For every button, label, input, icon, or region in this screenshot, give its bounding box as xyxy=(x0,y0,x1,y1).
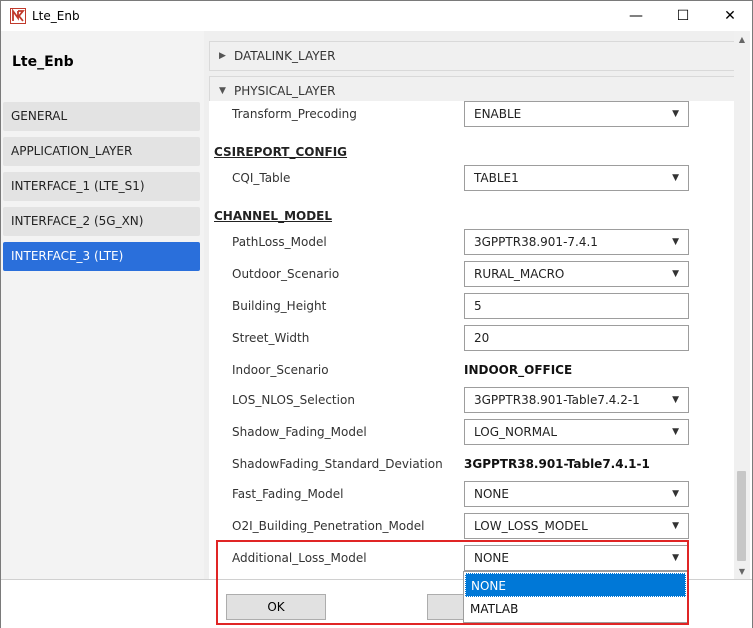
building-height-input[interactable]: 5 xyxy=(464,293,689,319)
cqi-table-select[interactable]: TABLE1 ▼ xyxy=(464,165,689,191)
sidebar-item-application-layer[interactable]: APPLICATION_LAYER xyxy=(3,137,200,166)
dropdown-option-none[interactable]: NONE xyxy=(465,573,686,597)
indoor-scenario-label: Indoor_Scenario xyxy=(232,363,329,377)
building-height-label: Building_Height xyxy=(232,299,327,313)
select-value: NONE xyxy=(474,551,509,565)
pathloss-model-select[interactable]: 3GPPTR38.901-7.4.1 ▼ xyxy=(464,229,689,255)
indoor-scenario-value: INDOOR_OFFICE xyxy=(464,363,573,377)
chevron-down-icon: ▼ xyxy=(672,553,679,563)
o2i-penetration-model-select[interactable]: LOW_LOSS_MODEL ▼ xyxy=(464,513,689,539)
street-width-input[interactable]: 20 xyxy=(464,325,689,351)
select-value: 3GPPTR38.901-Table7.4.2-1 xyxy=(474,393,640,407)
select-value: RURAL_MACRO xyxy=(474,267,565,281)
shadow-fading-std-dev-label: ShadowFading_Standard_Deviation xyxy=(232,457,443,471)
section-datalink-layer[interactable]: ▶ DATALINK_LAYER xyxy=(209,41,734,71)
scrollbar-thumb[interactable] xyxy=(737,471,746,561)
los-nlos-selection-label: LOS_NLOS_Selection xyxy=(232,393,355,407)
chevron-down-icon: ▼ xyxy=(672,489,679,499)
dropdown-option-matlab[interactable]: MATLAB xyxy=(465,597,686,621)
cqi-table-label: CQI_Table xyxy=(232,171,291,185)
outdoor-scenario-select[interactable]: RURAL_MACRO ▼ xyxy=(464,261,689,287)
scroll-up-icon[interactable]: ▲ xyxy=(734,31,750,47)
maximize-button[interactable]: ☐ xyxy=(660,1,706,31)
chevron-down-icon: ▼ xyxy=(672,109,679,119)
fast-fading-model-label: Fast_Fading_Model xyxy=(232,487,344,501)
dialog-window: Lte_Enb — ☐ ✕ Lte_Enb GENERAL APPLICATIO… xyxy=(0,0,753,628)
additional-loss-model-label: Additional_Loss_Model xyxy=(232,551,367,565)
sidebar-item-interface-3[interactable]: INTERFACE_3 (LTE) xyxy=(3,242,200,271)
chevron-down-icon: ▼ xyxy=(672,427,679,437)
csireport-config-heading: CSIREPORT_CONFIG xyxy=(214,145,348,159)
select-value: TABLE1 xyxy=(474,171,519,185)
physical-layer-content: Transform_Precoding ENABLE ▼ CSIREPORT_C… xyxy=(209,101,734,579)
select-value: LOW_LOSS_MODEL xyxy=(474,519,588,533)
additional-loss-model-select[interactable]: NONE ▼ xyxy=(464,545,689,571)
title-bar: Lte_Enb — ☐ ✕ xyxy=(1,1,752,31)
vertical-scrollbar[interactable]: ▲ ▼ xyxy=(734,31,750,579)
chevron-down-icon: ▼ xyxy=(672,395,679,405)
pathloss-model-label: PathLoss_Model xyxy=(232,235,327,249)
o2i-penetration-model-label: O2I_Building_Penetration_Model xyxy=(232,519,425,533)
chevron-down-icon: ▼ xyxy=(672,269,679,279)
select-value: ENABLE xyxy=(474,107,522,121)
sidebar-item-interface-1[interactable]: INTERFACE_1 (LTE_S1) xyxy=(3,172,200,201)
transform-precoding-label: Transform_Precoding xyxy=(232,107,357,121)
shadow-fading-std-dev-value: 3GPPTR38.901-Table7.4.1-1 xyxy=(464,457,650,471)
select-value: NONE xyxy=(474,487,509,501)
scroll-down-icon[interactable]: ▼ xyxy=(734,563,750,579)
close-button[interactable]: ✕ xyxy=(707,1,753,31)
section-label: PHYSICAL_LAYER xyxy=(234,84,336,98)
properties-panel: ▶ DATALINK_LAYER ▼ PHYSICAL_LAYER Transf… xyxy=(204,31,750,579)
outdoor-scenario-label: Outdoor_Scenario xyxy=(232,267,340,281)
select-value: 3GPPTR38.901-7.4.1 xyxy=(474,235,598,249)
ok-button[interactable]: OK xyxy=(226,594,326,620)
device-title: Lte_Enb xyxy=(12,54,74,70)
netsim-logo-icon xyxy=(10,8,26,24)
sidebar-item-interface-2[interactable]: INTERFACE_2 (5G_XN) xyxy=(3,207,200,236)
minimize-icon: — xyxy=(629,8,643,24)
sidebar: Lte_Enb GENERAL APPLICATION_LAYER INTERF… xyxy=(1,31,204,579)
transform-precoding-select[interactable]: ENABLE ▼ xyxy=(464,101,689,127)
properties-scroll-area: ▶ DATALINK_LAYER ▼ PHYSICAL_LAYER Transf… xyxy=(204,31,734,579)
minimize-button[interactable]: — xyxy=(613,1,659,31)
select-value: LOG_NORMAL xyxy=(474,425,558,439)
chevron-down-icon: ▼ xyxy=(672,237,679,247)
chevron-down-icon: ▼ xyxy=(672,173,679,183)
section-label: DATALINK_LAYER xyxy=(234,49,336,63)
fast-fading-model-select[interactable]: NONE ▼ xyxy=(464,481,689,507)
street-width-label: Street_Width xyxy=(232,331,310,345)
chevron-down-icon: ▼ xyxy=(672,521,679,531)
channel-model-heading: CHANNEL_MODEL xyxy=(214,209,333,223)
close-icon: ✕ xyxy=(724,8,736,24)
maximize-icon: ☐ xyxy=(676,8,690,24)
shadow-fading-model-label: Shadow_Fading_Model xyxy=(232,425,367,439)
los-nlos-selection-select[interactable]: 3GPPTR38.901-Table7.4.2-1 ▼ xyxy=(464,387,689,413)
window-title: Lte_Enb xyxy=(32,9,80,23)
additional-loss-dropdown-list: NONE MATLAB xyxy=(463,571,688,623)
shadow-fading-model-select[interactable]: LOG_NORMAL ▼ xyxy=(464,419,689,445)
sidebar-item-general[interactable]: GENERAL xyxy=(3,102,200,131)
expand-arrow-icon: ▶ xyxy=(219,51,226,61)
